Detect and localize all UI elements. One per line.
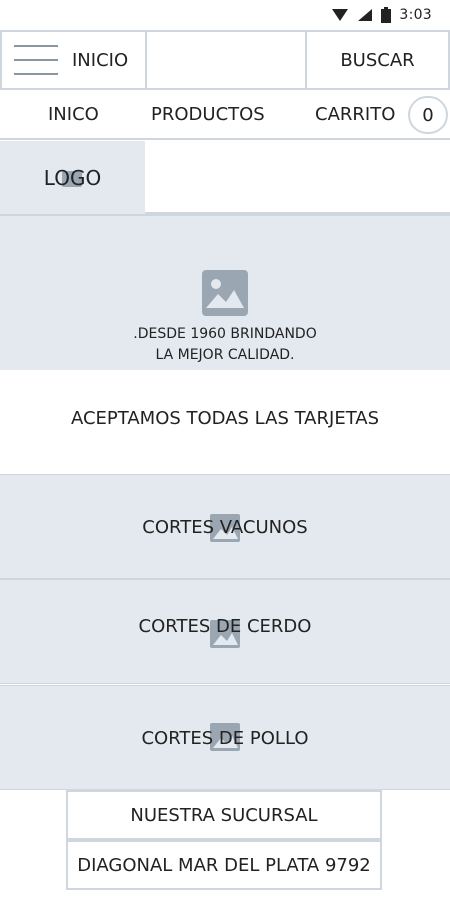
status-time: 3:03: [399, 7, 432, 23]
battery-icon: [381, 7, 392, 23]
logo-area[interactable]: LOGO: [0, 141, 145, 214]
category-label: CORTES DE POLLO: [141, 728, 309, 749]
menu-label: INICIO: [72, 49, 129, 71]
branch-title[interactable]: NUESTRA SUCURSAL: [66, 790, 382, 840]
search-field-container: [147, 32, 307, 88]
wifi-icon: [332, 9, 349, 21]
hero-text: .DESDE 1960 BRINDANDO LA MEJOR CALIDAD.: [0, 324, 450, 366]
menu-button[interactable]: INICIO: [2, 32, 147, 88]
category-label: CORTES VACUNOS: [142, 517, 308, 538]
nav-bar: INICO PRODUCTOS CARRITO: [0, 90, 450, 140]
hero-line-2: LA MEJOR CALIDAD.: [155, 347, 295, 363]
category-cortes-de-cerdo[interactable]: CORTES DE CERDO: [0, 579, 450, 684]
status-icons: 3:03: [331, 4, 432, 26]
nav-item-inicio[interactable]: INICO: [48, 104, 99, 125]
nav-item-productos[interactable]: PRODUCTOS: [151, 104, 265, 125]
category-cortes-vacunos[interactable]: CORTES VACUNOS: [0, 474, 450, 579]
logo-text: LOGO: [43, 165, 102, 190]
status-bar: 3:03: [0, 0, 450, 30]
hamburger-icon: [14, 45, 58, 75]
image-placeholder-icon: [202, 270, 248, 316]
category-cortes-de-pollo[interactable]: CORTES DE POLLO: [0, 685, 450, 790]
cards-notice: ACEPTAMOS TODAS LAS TARJETAS: [70, 408, 380, 429]
header-spacer: [145, 141, 450, 214]
hero-line-1: .DESDE 1960 BRINDANDO: [133, 326, 317, 342]
search-input[interactable]: [147, 32, 305, 88]
signal-icon: [358, 9, 373, 21]
top-bar: INICIO BUSCAR: [0, 30, 450, 90]
category-label: CORTES DE CERDO: [138, 616, 312, 637]
search-button[interactable]: BUSCAR: [307, 32, 448, 88]
nav-item-carrito[interactable]: CARRITO: [315, 104, 395, 125]
hero-banner: .DESDE 1960 BRINDANDO LA MEJOR CALIDAD.: [0, 214, 450, 370]
cart-count-badge[interactable]: 0: [408, 96, 448, 134]
branch-address[interactable]: DIAGONAL MAR DEL PLATA 9792: [66, 840, 382, 890]
